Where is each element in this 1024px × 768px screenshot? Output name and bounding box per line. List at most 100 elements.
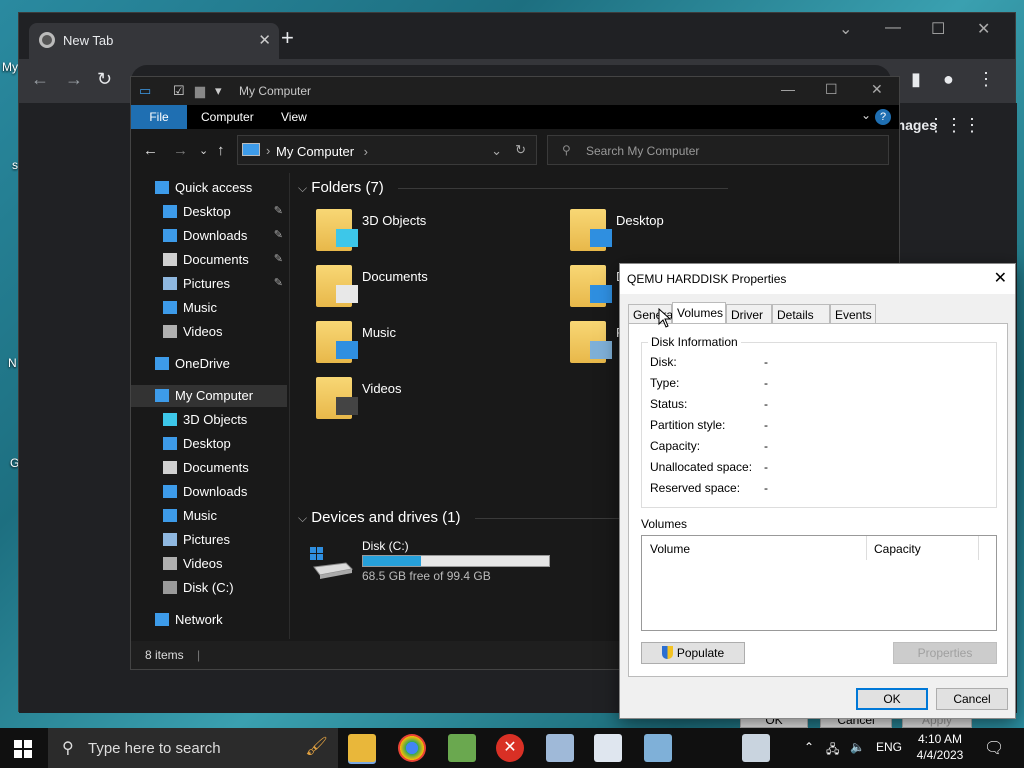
folders-group-header[interactable]: ⌵ Folders (7) — [298, 179, 728, 196]
reload-icon[interactable]: ↻ — [97, 69, 112, 90]
folder-item[interactable]: Desktop — [544, 209, 784, 259]
shield-icon — [661, 646, 673, 659]
cancel-button[interactable]: Cancel — [936, 688, 1008, 710]
customize-qat-icon[interactable]: ▾ — [215, 83, 222, 99]
nav-item[interactable]: Music — [131, 297, 287, 319]
drives-group-header[interactable]: ⌵ Devices and drives (1) — [298, 509, 625, 526]
nav-item[interactable]: Downloads — [131, 481, 287, 503]
close-icon[interactable]: ✕ — [994, 268, 1007, 288]
videos-icon — [163, 325, 177, 338]
properties-button[interactable]: Properties — [893, 642, 997, 664]
dialog-tab[interactable]: Details — [772, 304, 830, 324]
tab-search-icon[interactable]: ⌄ — [839, 19, 852, 39]
ribbon-tab-file[interactable]: File — [131, 105, 187, 129]
nav-item[interactable]: OneDrive — [131, 353, 287, 375]
device-manager-taskbar-icon[interactable] — [742, 734, 770, 762]
folder-item[interactable]: 3D Objects — [290, 209, 530, 259]
dialog-tab[interactable]: Events — [830, 304, 876, 324]
notepad-taskbar-icon[interactable] — [448, 734, 476, 762]
properties-icon[interactable]: ☑ — [173, 83, 185, 99]
back-icon[interactable]: ← — [31, 69, 49, 90]
folder-label: 3D Objects — [362, 213, 427, 228]
nav-item[interactable]: Pictures ✎ — [131, 273, 287, 295]
nav-item[interactable]: Disk (C:) — [131, 577, 287, 599]
chevron-down-icon[interactable]: ⌄ — [491, 143, 502, 159]
folder-item[interactable]: Documents — [290, 265, 530, 315]
document-taskbar-icon[interactable] — [594, 734, 622, 762]
apps-grid-icon[interactable]: ⋮⋮⋮ — [927, 115, 981, 136]
disk-property-value: - — [764, 397, 768, 411]
desktop-icon-label[interactable]: My — [2, 60, 18, 74]
nav-item[interactable]: Pictures — [131, 529, 287, 551]
disk-property-value: - — [764, 439, 768, 453]
chrome-tab[interactable]: New Tab ✕ — [29, 23, 279, 59]
nav-item[interactable]: Network — [131, 609, 287, 631]
search-input[interactable]: ⚲ Search My Computer — [547, 135, 889, 165]
close-icon[interactable]: ✕ — [977, 19, 990, 39]
up-icon[interactable]: ↑ — [217, 142, 225, 159]
maximize-icon[interactable]: ☐ — [825, 81, 838, 98]
close-icon[interactable]: ✕ — [871, 81, 883, 98]
back-icon[interactable]: ← — [143, 142, 158, 159]
clock[interactable]: 4:10 AM 4/4/2023 — [910, 732, 970, 762]
nav-item[interactable]: 3D Objects — [131, 409, 287, 431]
nav-item[interactable]: Documents — [131, 457, 287, 479]
nav-item[interactable]: Downloads ✎ — [131, 225, 287, 247]
folder-icon — [316, 265, 358, 307]
chrome-taskbar-icon[interactable] — [398, 734, 426, 762]
taskbar-search[interactable]: ⚲ Type here to search 🖌 — [48, 728, 338, 768]
ribbon-tab-computer[interactable]: Computer — [187, 105, 268, 129]
volume-column-header[interactable]: Volume — [650, 542, 690, 556]
desktop-icon-label[interactable]: N — [8, 356, 17, 370]
disk-property-value: - — [764, 481, 768, 495]
input-language[interactable]: ENG — [876, 740, 902, 754]
file-explorer-taskbar-icon[interactable] — [348, 734, 376, 762]
minimize-icon[interactable]: — — [781, 81, 795, 97]
recent-locations-icon[interactable]: ⌄ — [199, 144, 208, 157]
profile-icon[interactable]: ● — [943, 69, 954, 90]
forward-icon[interactable]: → — [65, 69, 83, 90]
chrome-menu-icon[interactable]: ⋮ — [977, 69, 995, 90]
nav-item[interactable]: My Computer — [131, 385, 287, 407]
drive-c[interactable]: Disk (C:) 68.5 GB free of 99.4 GB — [308, 539, 568, 587]
folder-item[interactable]: Videos — [290, 377, 530, 427]
nav-item[interactable]: Music — [131, 505, 287, 527]
help-icon[interactable]: ? — [875, 109, 891, 125]
sidepanel-icon[interactable]: ▮ — [911, 69, 921, 90]
nav-item[interactable]: Videos — [131, 553, 287, 575]
nav-item[interactable]: Desktop ✎ — [131, 201, 287, 223]
refresh-icon[interactable]: ↻ — [515, 142, 526, 158]
new-tab-button[interactable]: + — [281, 25, 294, 51]
ok-button[interactable]: OK — [856, 688, 928, 710]
close-tab-icon[interactable]: ✕ — [258, 31, 271, 49]
close-app-taskbar-icon[interactable]: ✕ — [496, 734, 524, 762]
volumes-list[interactable]: Volume Capacity — [641, 535, 997, 631]
volume-icon[interactable]: 🔈 — [850, 740, 865, 754]
clock-date: 4/4/2023 — [916, 748, 964, 762]
forward-icon[interactable]: → — [173, 142, 188, 159]
address-bar[interactable]: › My Computer › ⌄ ↻ — [237, 135, 537, 165]
nav-item[interactable]: Quick access — [131, 177, 287, 199]
folders-header-label: Folders (7) — [311, 179, 384, 196]
ribbon-tab-view[interactable]: View — [267, 105, 321, 129]
disk-property-value: - — [764, 418, 768, 432]
nav-item[interactable]: Videos — [131, 321, 287, 343]
capacity-column-header[interactable]: Capacity — [874, 542, 921, 556]
expand-ribbon-icon[interactable]: ⌄ — [861, 108, 871, 122]
populate-button[interactable]: Populate — [641, 642, 745, 664]
notifications-icon[interactable]: 🗨 — [984, 738, 1004, 758]
network-icon[interactable]: 🖧 — [826, 740, 839, 761]
folder-item[interactable]: Music — [290, 321, 530, 371]
settings-taskbar-icon[interactable] — [546, 734, 574, 762]
dialog-tab[interactable]: Driver — [726, 304, 772, 324]
nav-item[interactable]: Documents ✎ — [131, 249, 287, 271]
maximize-icon[interactable]: ☐ — [931, 19, 945, 39]
minimize-icon[interactable]: — — [885, 19, 901, 37]
windows-start-icon[interactable] — [14, 740, 32, 758]
show-hidden-icons-icon[interactable]: ⌃ — [804, 740, 814, 754]
dialog-tab[interactable]: Volumes — [672, 302, 726, 324]
properties-dialog: QEMU HARDDISK Properties ✕ General Volume… — [619, 263, 1016, 719]
photos-taskbar-icon[interactable] — [644, 734, 672, 762]
new-folder-icon[interactable]: ▆ — [195, 83, 205, 99]
nav-item[interactable]: Desktop — [131, 433, 287, 455]
